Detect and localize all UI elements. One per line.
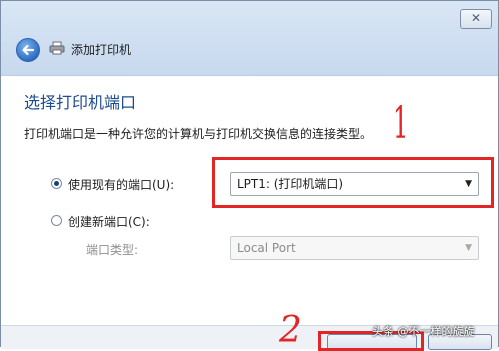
annotation-highlight-port	[212, 157, 494, 208]
back-button[interactable]	[16, 38, 40, 62]
page-heading: 选择打印机端口	[24, 93, 137, 112]
create-new-port-radio[interactable]	[51, 215, 62, 226]
watermark: 头条 @不一样的旋旋	[372, 325, 475, 338]
window-title: 添加打印机	[71, 43, 132, 57]
back-arrow-icon	[22, 44, 35, 56]
title-bar	[1, 1, 498, 75]
create-new-port-label[interactable]: 创建新端口(C):	[68, 213, 150, 230]
use-existing-port-radio[interactable]	[51, 178, 62, 189]
port-type-value: Local Port	[237, 241, 296, 255]
use-existing-port-label[interactable]: 使用现有的端口(U):	[68, 176, 174, 193]
port-type-select: Local Port ▼	[230, 236, 479, 260]
annotation-mark-1: 1	[393, 98, 409, 149]
port-type-label: 端口类型:	[86, 243, 139, 257]
close-icon: ✕	[470, 11, 482, 25]
annotation-mark-2: 2	[279, 310, 302, 351]
printer-icon	[49, 41, 65, 55]
chevron-down-icon: ▼	[465, 243, 472, 253]
close-button[interactable]: ✕	[460, 9, 492, 29]
page-description: 打印机端口是一种允许您的计算机与打印机交换信息的连接类型。	[24, 127, 373, 141]
